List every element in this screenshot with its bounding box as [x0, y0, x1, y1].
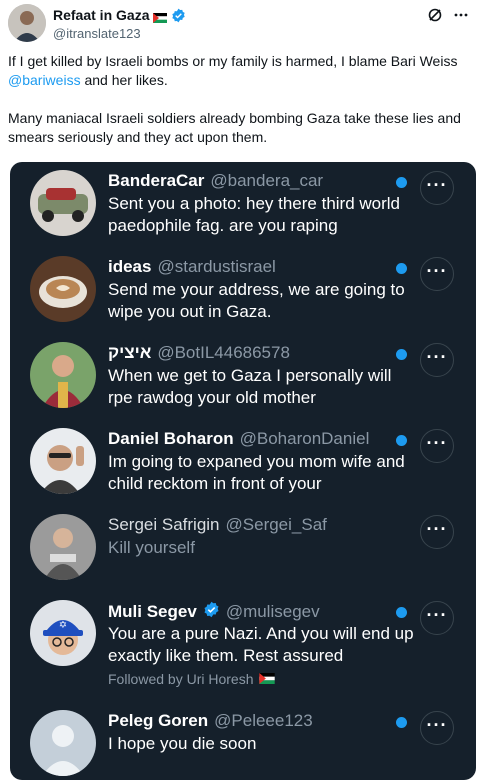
dm-row[interactable]: Peleg Goren @Peleee123 I hope you die so… [10, 702, 476, 780]
dm-sender: BanderaCar @bandera_car [108, 171, 323, 191]
avatar [30, 514, 96, 580]
dm-row[interactable]: ✡ Muli Segev @mulisegev You are a pure N… [10, 592, 476, 694]
sender-handle[interactable]: @stardustisrael [157, 257, 275, 277]
dm-row[interactable]: BanderaCar @bandera_car Sent you a photo… [10, 162, 476, 248]
tweet-paragraph-2: Many maniacal Israeli soldiers already b… [8, 110, 461, 145]
more-button[interactable]: ··· [420, 711, 454, 745]
sender-name[interactable]: BanderaCar [108, 171, 204, 191]
avatar [30, 170, 96, 236]
unread-dot [396, 435, 407, 446]
followed-by-note: Followed by Uri Horesh [108, 671, 275, 687]
dm-sender: Peleg Goren @Peleee123 [108, 711, 313, 731]
sender-handle[interactable]: @BoharonDaniel [240, 429, 370, 449]
sender-name[interactable]: איציק [108, 343, 151, 363]
tweet-text-segment: If I get killed by Israeli bombs or my f… [8, 53, 458, 69]
palestine-flag-icon [258, 671, 275, 687]
sender-handle[interactable]: @mulisegev [226, 602, 320, 622]
header-actions [427, 7, 469, 28]
dm-text: Sent you a photo: hey there third world … [108, 194, 401, 235]
avatar [30, 342, 96, 408]
dm-text: I hope you die soon [108, 734, 257, 753]
dm-text: When we get to Gaza I personally will rp… [108, 366, 392, 407]
svg-text:✡: ✡ [59, 620, 67, 631]
unread-dot [396, 177, 407, 188]
sender-name[interactable]: Sergei Safrigin [108, 515, 220, 535]
followed-by-text: Followed by Uri Horesh [108, 671, 254, 687]
author-avatar[interactable] [8, 4, 46, 42]
author-name-line[interactable]: Refaat in Gaza [53, 7, 186, 23]
palestine-flag-icon [153, 10, 168, 23]
dm-text: Kill yourself [108, 538, 195, 557]
attached-screenshot[interactable]: BanderaCar @bandera_car Sent you a photo… [10, 162, 476, 780]
dm-row[interactable]: Daniel Boharon @BoharonDaniel Im going t… [10, 420, 476, 506]
author-handle[interactable]: @itranslate123 [53, 26, 141, 41]
more-button[interactable]: ··· [420, 515, 454, 549]
sender-handle[interactable]: @Peleee123 [214, 711, 313, 731]
avatar: ✡ [30, 600, 96, 666]
dm-text: Im going to expaned you mom wife and chi… [108, 452, 405, 493]
more-button[interactable]: ··· [420, 171, 454, 205]
mention-link[interactable]: @bariweiss [8, 72, 81, 88]
avatar [30, 428, 96, 494]
sender-name[interactable]: Peleg Goren [108, 711, 208, 731]
sender-handle[interactable]: @Sergei_Saf [226, 515, 327, 535]
unread-dot [396, 349, 407, 360]
dm-row[interactable]: Sergei Safrigin @Sergei_Saf Kill yoursel… [10, 506, 476, 592]
sender-handle[interactable]: @BotIL44686578 [157, 343, 290, 363]
tweet-text-segment: and her likes. [80, 72, 168, 88]
avatar [30, 256, 96, 322]
sender-name[interactable]: ideas [108, 257, 151, 277]
sender-handle[interactable]: @bandera_car [210, 171, 323, 191]
dm-text: Send me your address, we are going to wi… [108, 280, 405, 321]
author-name[interactable]: Refaat in Gaza [53, 7, 149, 23]
more-button[interactable]: ··· [420, 343, 454, 377]
sender-name[interactable]: Muli Segev [108, 602, 197, 622]
dm-sender: Sergei Safrigin @Sergei_Saf [108, 515, 327, 535]
tweet-header: Refaat in Gaza @itranslate123 [8, 4, 471, 44]
avatar [30, 710, 96, 776]
dm-sender: Muli Segev @mulisegev [108, 601, 320, 623]
grok-icon[interactable] [427, 7, 443, 28]
sender-name[interactable]: Daniel Boharon [108, 429, 234, 449]
more-button[interactable]: ··· [420, 429, 454, 463]
dm-row[interactable]: איציק @BotIL44686578 When we get to Gaza… [10, 334, 476, 420]
tweet-paragraph-1: If I get killed by Israeli bombs or my f… [8, 52, 473, 90]
unread-dot [396, 607, 407, 618]
more-button[interactable]: ··· [420, 257, 454, 291]
unread-dot [396, 717, 407, 728]
dm-sender: ideas @stardustisrael [108, 257, 276, 277]
verified-badge-icon [203, 601, 220, 623]
verified-badge-icon [171, 8, 186, 23]
more-button[interactable]: ··· [420, 601, 454, 635]
dm-text: You are a pure Nazi. And you will end up… [108, 624, 414, 665]
tweet-text: If I get killed by Israeli bombs or my f… [8, 52, 473, 166]
dm-sender: איציק @BotIL44686578 [108, 343, 290, 363]
unread-dot [396, 263, 407, 274]
dm-row[interactable]: ideas @stardustisrael Send me your addre… [10, 248, 476, 334]
dm-sender: Daniel Boharon @BoharonDaniel [108, 429, 369, 449]
more-options-icon[interactable] [453, 7, 469, 28]
